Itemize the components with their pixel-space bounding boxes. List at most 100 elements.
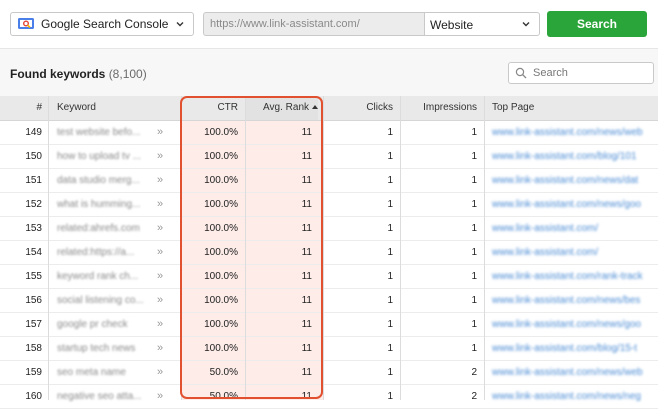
row-number: 158 [25,343,42,354]
chevron-down-icon [176,22,184,27]
clicks-cell: 1 [387,343,393,354]
top-page-link[interactable]: www.link-assistant.com/news/web [492,361,656,384]
expand-arrows-icon[interactable]: » [157,169,173,192]
keyword-cell: test website befo... [57,127,141,138]
top-page-link[interactable]: www.link-assistant.com/blog/15-t [492,337,656,360]
expand-arrows-icon[interactable]: » [157,217,173,240]
expand-arrows-icon[interactable]: » [157,265,173,288]
table-row[interactable]: 155 keyword rank ch...» 100.0% 11 1 1 www.link… [0,265,658,289]
expand-arrows-icon[interactable]: » [157,289,173,312]
table-row[interactable]: 153 related:ahrefs.com» 100.0% 11 1 1 www.link… [0,217,658,241]
table-row[interactable]: 156 social listening co...» 100.0% 11 1 1 www.… [0,289,658,313]
impressions-cell: 1 [471,247,477,258]
keyword-cell: seo meta name [57,367,126,378]
keyword-cell: social listening co... [57,295,144,306]
clicks-cell: 1 [387,391,393,402]
impressions-cell: 1 [471,199,477,210]
impressions-cell: 1 [471,127,477,138]
row-number: 159 [25,367,42,378]
table-row[interactable]: 157 google pr check» 100.0% 11 1 1 www.link-as… [0,313,658,337]
column-header-clicks[interactable]: Clicks [326,96,393,120]
table-row[interactable]: 154 related:https://a...» 100.0% 11 1 1 www.li… [0,241,658,265]
expand-arrows-icon[interactable]: » [157,145,173,168]
row-number: 155 [25,271,42,282]
top-page-link[interactable]: www.link-assistant.com/blog/101 [492,145,656,168]
clicks-cell: 1 [387,271,393,282]
source-select[interactable]: Google Search Console [10,12,194,36]
scope-select[interactable]: Website [424,12,540,36]
column-header-top-page[interactable]: Top Page [492,96,534,120]
row-number: 156 [25,295,42,306]
column-divider [323,96,324,400]
top-page-link[interactable]: www.link-assistant.com/ [492,241,656,264]
expand-arrows-icon[interactable]: » [157,241,173,264]
table-row[interactable]: 150 how to upload tv ...» 100.0% 11 1 1 www.li… [0,145,658,169]
clicks-cell: 1 [387,199,393,210]
table-row[interactable]: 160 negative seo atta...» 50.0% 11 1 2 www.lin… [0,385,658,409]
clicks-cell: 1 [387,367,393,378]
search-placeholder: Search [533,67,568,79]
highlight-frame [180,96,323,399]
impressions-cell: 1 [471,271,477,282]
top-page-link[interactable]: www.link-assistant.com/news/dat [492,169,656,192]
row-number: 149 [25,127,42,138]
row-number: 160 [25,391,42,402]
expand-arrows-icon[interactable]: » [157,193,173,216]
clicks-cell: 1 [387,151,393,162]
results-header: Found keywords (8,100) Search [0,48,658,97]
table-row[interactable]: 152 what is humming...» 100.0% 11 1 1 www.link… [0,193,658,217]
top-page-link[interactable]: www.link-assistant.com/ [492,217,656,240]
impressions-cell: 1 [471,319,477,330]
keywords-table: # Keyword CTR Avg. Rank Clicks Impressio… [0,96,658,409]
keyword-cell: what is humming... [57,199,141,210]
column-header-impressions[interactable]: Impressions [401,96,477,120]
row-number: 154 [25,247,42,258]
clicks-cell: 1 [387,295,393,306]
top-page-link[interactable]: www.link-assistant.com/news/goo [492,313,656,336]
top-page-link[interactable]: www.link-assistant.com/news/web [492,121,656,144]
expand-arrows-icon[interactable]: » [157,313,173,336]
clicks-cell: 1 [387,127,393,138]
expand-arrows-icon[interactable]: » [157,337,173,360]
impressions-cell: 1 [471,223,477,234]
toolbar: Google Search Console https://www.link-a… [0,0,658,48]
keyword-cell: data studio merg... [57,175,140,186]
url-input[interactable]: https://www.link-assistant.com/ [203,12,425,36]
keyword-search-input[interactable]: Search [508,62,654,84]
keyword-cell: keyword rank ch... [57,271,139,282]
top-page-link[interactable]: www.link-assistant.com/news/goo [492,193,656,216]
keyword-cell: negative seo atta... [57,391,142,402]
search-button[interactable]: Search [547,11,647,37]
source-label: Google Search Console [41,17,169,31]
expand-arrows-icon[interactable]: » [157,121,173,144]
chevron-down-icon [522,22,530,27]
found-keywords-title: Found keywords (8,100) [10,67,147,81]
row-number: 150 [25,151,42,162]
found-keywords-label: Found keywords [10,67,106,81]
impressions-cell: 1 [471,295,477,306]
clicks-cell: 1 [387,319,393,330]
top-page-link[interactable]: www.link-assistant.com/news/bes [492,289,656,312]
clicks-cell: 1 [387,247,393,258]
row-number: 152 [25,199,42,210]
table-header: # Keyword CTR Avg. Rank Clicks Impressio… [0,96,658,121]
table-row[interactable]: 151 data studio merg...» 100.0% 11 1 1 www.lin… [0,169,658,193]
column-header-keyword[interactable]: Keyword [57,96,96,120]
row-number: 153 [25,223,42,234]
table-row[interactable]: 149 test website befo...» 100.0% 11 1 1 www.li… [0,121,658,145]
row-number: 151 [25,175,42,186]
column-header-number[interactable]: # [32,96,42,120]
expand-arrows-icon[interactable]: » [157,361,173,384]
table-row[interactable]: 158 startup tech news» 100.0% 11 1 1 www.link-… [0,337,658,361]
impressions-cell: 1 [471,343,477,354]
google-search-console-icon [17,16,37,32]
expand-arrows-icon[interactable]: » [157,385,173,408]
top-page-link[interactable]: www.link-assistant.com/news/neg [492,385,656,408]
clicks-cell: 1 [387,175,393,186]
keyword-cell: related:https://a... [57,247,135,258]
top-page-link[interactable]: www.link-assistant.com/rank-track [492,265,656,288]
table-row[interactable]: 159 seo meta name» 50.0% 11 1 2 www.link-assis… [0,361,658,385]
keyword-cell: how to upload tv ... [57,151,141,162]
impressions-cell: 1 [471,175,477,186]
keyword-cell: google pr check [57,319,128,330]
